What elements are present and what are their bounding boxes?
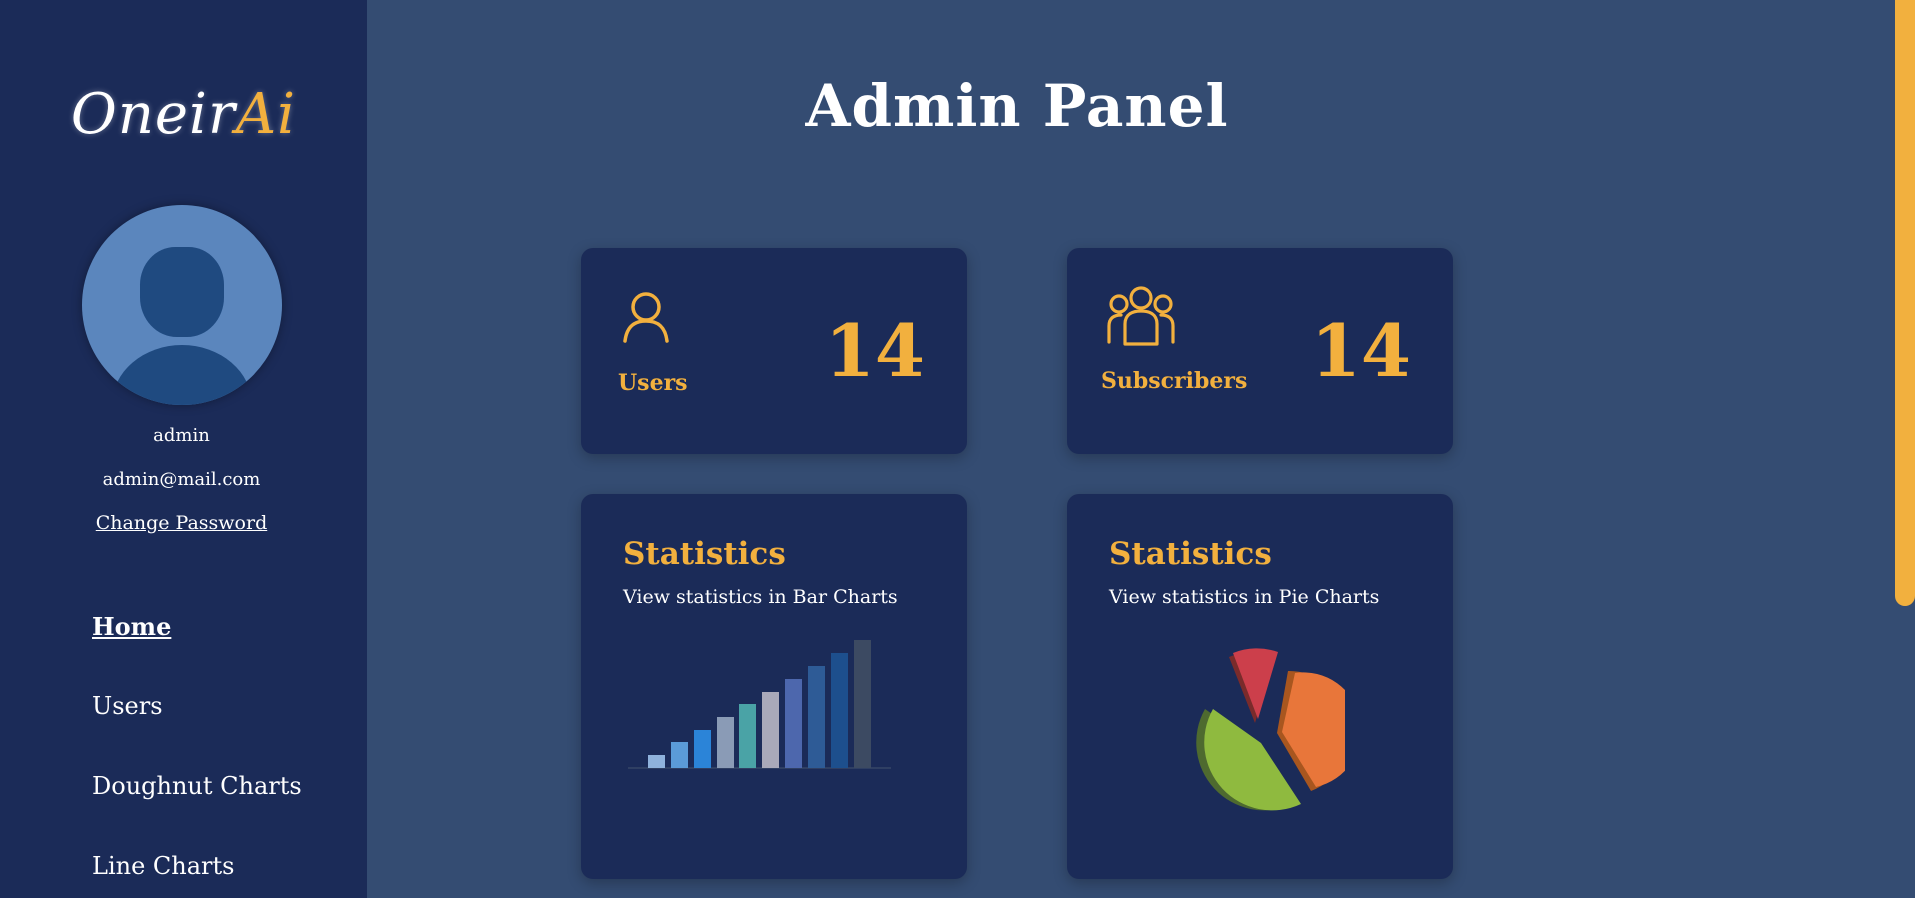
avatar [82,205,282,405]
pie-charts-card[interactable]: Statistics View statistics in Pie Charts [1067,494,1453,879]
users-stat-value: 14 [824,308,925,393]
logo-text-ai: Ai [235,82,297,147]
pie-card-subtitle: View statistics in Pie Charts [1109,586,1380,608]
pie-card-title: Statistics [1109,536,1272,572]
profile-email: admin@mail.com [102,469,261,490]
nav-item-home[interactable]: Home [92,612,171,641]
avatar-body-shape [112,345,252,405]
users-group-icon [1105,284,1177,352]
user-icon [622,291,670,347]
app-logo[interactable]: OneirAi [0,82,367,147]
bar-chart-illustration [628,640,891,769]
scrollbar-track[interactable] [1895,0,1915,898]
bar-card-subtitle: View statistics in Bar Charts [623,586,898,608]
avatar-head-shape [140,247,224,337]
pie-chart-illustration [1196,648,1345,811]
nav-item-line-charts[interactable]: Line Charts [92,852,234,880]
profile-username: admin [153,425,210,446]
subscribers-stat-label: Subscribers [1101,368,1248,394]
sidebar: OneirAi admin admin@mail.com Change Pass… [0,0,367,898]
subscribers-stat-value: 14 [1310,308,1411,393]
page-title: Admin Panel [805,72,1229,140]
subscribers-stat-card[interactable]: Subscribers 14 [1067,248,1453,454]
scrollbar-thumb[interactable] [1895,0,1915,606]
nav-item-doughnut-charts[interactable]: Doughnut Charts [92,772,302,800]
bar-card-title: Statistics [623,536,786,572]
nav-item-users[interactable]: Users [92,692,163,720]
bar-charts-card[interactable]: Statistics View statistics in Bar Charts [581,494,967,879]
change-password-link[interactable]: Change Password [0,512,363,534]
users-stat-card[interactable]: Users 14 [581,248,967,454]
users-stat-label: Users [618,370,688,396]
logo-text-oneir: Oneir [70,82,236,147]
